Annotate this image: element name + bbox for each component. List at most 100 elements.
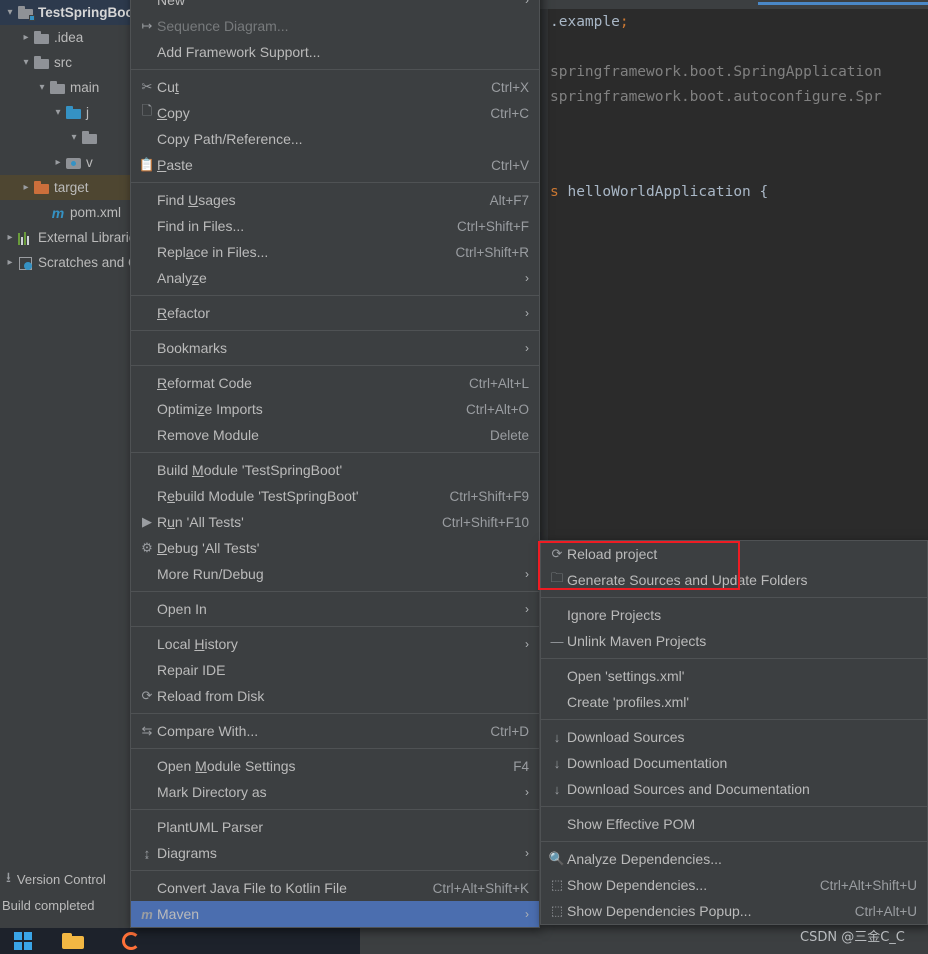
maven-item-download-sources-and-documentation[interactable]: ↓ Download Sources and Documentation [541, 776, 927, 802]
menu-item-rebuild-module-testspringboot[interactable]: Rebuild Module 'TestSpringBoot' Ctrl+Shif… [131, 483, 539, 509]
menu-item-label: Copy [157, 105, 190, 121]
menu-item-find-in-files[interactable]: Find in Files... Ctrl+Shift+F [131, 213, 539, 239]
download-icon: ↓ [553, 755, 561, 771]
scratches-icon [18, 256, 34, 270]
menu-item-reload-from-disk[interactable]: ⟳ Reload from Disk [131, 683, 539, 709]
generate-sources-icon: 🗀 [550, 570, 564, 585]
maven-item-create-profiles-xml[interactable]: Create 'profiles.xml' [541, 689, 927, 715]
menu-item-local-history[interactable]: Local History › [131, 631, 539, 657]
os-taskbar[interactable] [0, 928, 360, 954]
menu-item-run-all-tests[interactable]: Run 'All Tests' Ctrl+Shift+F10 [131, 509, 539, 535]
menu-item-add-framework-support[interactable]: Add Framework Support... [131, 39, 539, 65]
menu-item-label: Show Dependencies Popup... [567, 903, 752, 919]
chevron-right-icon[interactable]: ▸ [18, 32, 34, 43]
menu-item-reformat-code[interactable]: Reformat Code Ctrl+Alt+L [131, 370, 539, 396]
menu-item-sequence-diagram: Sequence Diagram... [131, 13, 539, 39]
menu-item-paste[interactable]: 📋 Paste Ctrl+V [131, 152, 539, 178]
tree-row[interactable]: ▸ External Libraries [0, 225, 136, 250]
menu-item-more-run-debug[interactable]: More Run/Debug › [131, 561, 539, 587]
file-explorer-icon[interactable] [62, 933, 84, 949]
menu-item-refactor[interactable]: Refactor › [131, 300, 539, 326]
menu-item-diagrams[interactable]: Diagrams › [131, 840, 539, 866]
maven-item-download-documentation[interactable]: ↓ Download Documentation [541, 750, 927, 776]
menu-item-replace-in-files[interactable]: Replace in Files... Ctrl+Shift+R [131, 239, 539, 265]
menu-item-shortcut: Ctrl+Shift+F9 [449, 488, 529, 504]
menu-item-new[interactable]: New › [131, 0, 539, 13]
tree-row[interactable]: ▾ TestSpringBoot [0, 0, 136, 25]
menu-item-copy-path-reference[interactable]: Copy Path/Reference... [131, 126, 539, 152]
menu-item-find-usages[interactable]: Find Usages Alt+F7 [131, 187, 539, 213]
menu-item-label: Maven [157, 906, 200, 922]
menu-item-compare-with[interactable]: Compare With... Ctrl+D [131, 718, 539, 744]
maven-item-download-sources[interactable]: ↓ Download Sources [541, 724, 927, 750]
tree-row[interactable]: m pom.xml [0, 200, 136, 225]
tree-row[interactable]: ▸ .idea [0, 25, 136, 50]
maven-item-show-dependencies-popup[interactable]: Show Dependencies Popup... Ctrl+Alt+U [541, 898, 927, 924]
menu-item-remove-module[interactable]: Remove Module Delete [131, 422, 539, 448]
tree-row[interactable]: ▾ main [0, 75, 136, 100]
branch-icon: ⭳ [6, 869, 11, 885]
tree-row[interactable]: ▾ [0, 125, 136, 150]
editor-tab-strip[interactable] [540, 0, 928, 9]
menu-item-build-module-testspringboot[interactable]: Build Module 'TestSpringBoot' [131, 457, 539, 483]
maven-item-open-settings-xml[interactable]: Open 'settings.xml' [541, 663, 927, 689]
chevron-right-icon: › [525, 306, 529, 320]
tree-row[interactable]: ▸ v [0, 150, 136, 175]
version-control-label: Version Control [16, 871, 106, 887]
maven-item-generate-sources-and-update-folders[interactable]: 🗀 Generate Sources and Update Folders [541, 567, 927, 593]
menu-item-cut[interactable]: ✂ Cut Ctrl+X [131, 74, 539, 100]
menu-item-open-in[interactable]: Open In › [131, 596, 539, 622]
tree-row-label: Scratches and Consoles [38, 255, 136, 270]
maven-item-ignore-projects[interactable]: Ignore Projects [541, 602, 927, 628]
menu-item-copy[interactable]: 🗋 Copy Ctrl+C [131, 100, 539, 126]
menu-item-label: Download Sources [567, 729, 685, 745]
maven-submenu[interactable]: ⟳ Reload project 🗀 Generate Sources and Upd… [540, 540, 928, 925]
chevron-right-icon[interactable]: ▸ [2, 232, 18, 243]
menu-item-open-module-settings[interactable]: Open Module Settings F4 [131, 753, 539, 779]
windows-start-icon[interactable] [14, 932, 32, 950]
tree-row[interactable]: ▾ src [0, 50, 136, 75]
tree-row-label: External Libraries [38, 230, 136, 245]
chevron-right-icon[interactable]: ▸ [2, 257, 18, 268]
menu-item-shortcut: Ctrl+C [490, 105, 529, 121]
menu-item-optimize-imports[interactable]: Optimize Imports Ctrl+Alt+O [131, 396, 539, 422]
tree-row[interactable]: ▸ Scratches and Consoles [0, 250, 136, 275]
maven-item-show-effective-pom[interactable]: Show Effective POM [541, 811, 927, 837]
menu-item-bookmarks[interactable]: Bookmarks › [131, 335, 539, 361]
chevron-right-icon[interactable]: ▸ [50, 157, 66, 168]
tree-row-label: src [54, 55, 72, 70]
tree-row[interactable]: ▸ target [0, 175, 136, 200]
menu-item-shortcut: Ctrl+D [490, 723, 529, 739]
menu-item-label: PlantUML Parser [157, 819, 264, 835]
menu-item-debug-all-tests[interactable]: Debug 'All Tests' [131, 535, 539, 561]
chevron-down-icon[interactable]: ▾ [66, 132, 82, 143]
maven-item-reload-project[interactable]: ⟳ Reload project [541, 541, 927, 567]
chevron-down-icon[interactable]: ▾ [2, 7, 18, 18]
chevron-down-icon[interactable]: ▾ [34, 82, 50, 93]
menu-item-maven[interactable]: Maven › [131, 901, 539, 927]
menu-item-label: Replace in Files... [157, 244, 269, 260]
maven-item-show-dependencies[interactable]: Show Dependencies... Ctrl+Alt+Shift+U [541, 872, 927, 898]
source-folder-icon [66, 105, 82, 120]
maven-item-unlink-maven-projects[interactable]: — Unlink Maven Projects [541, 628, 927, 654]
firefox-icon[interactable] [122, 932, 140, 950]
code-editor[interactable]: .example; springframework.boot.SpringAppl… [540, 0, 928, 554]
maven-item-analyze-dependencies[interactable]: Analyze Dependencies... [541, 846, 927, 872]
chevron-right-icon[interactable]: ▸ [18, 182, 34, 193]
menu-separator [131, 365, 539, 366]
menu-item-mark-directory-as[interactable]: Mark Directory as › [131, 779, 539, 805]
chevron-down-icon[interactable]: ▾ [50, 107, 66, 118]
project-context-menu[interactable]: New › Sequence Diagram... Add Framework Sup… [130, 0, 540, 928]
menu-item-analyze[interactable]: Analyze › [131, 265, 539, 291]
tree-row-label: .idea [54, 30, 84, 45]
menu-separator [131, 69, 539, 70]
menu-item-repair-ide[interactable]: Repair IDE [131, 657, 539, 683]
project-tree-panel[interactable]: ▾ TestSpringBoot ▸ .idea ▾ src ▾ main ▾ j ▾ ▸ v ▸ targ… [0, 0, 136, 866]
version-control-toolwindow-button[interactable]: ⭳ Version Control [0, 866, 136, 892]
menu-item-plantuml-parser[interactable]: PlantUML Parser [131, 814, 539, 840]
menu-item-label: Show Effective POM [567, 816, 696, 832]
chevron-down-icon[interactable]: ▾ [18, 57, 34, 68]
menu-item-label: Reload from Disk [157, 688, 265, 704]
menu-item-convert-java-file-to-kotlin-file[interactable]: Convert Java File to Kotlin File Ctrl+Alt… [131, 875, 539, 901]
tree-row[interactable]: ▾ j [0, 100, 136, 125]
